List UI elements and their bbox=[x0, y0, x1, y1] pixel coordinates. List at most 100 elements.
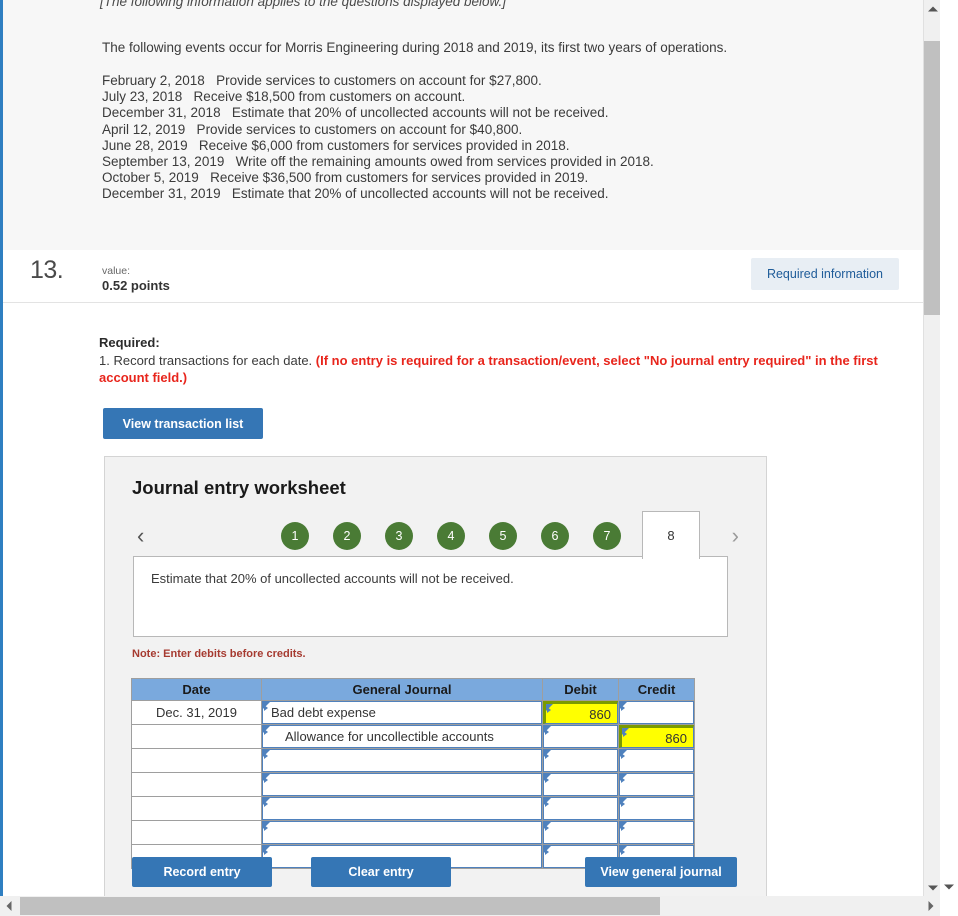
journal-entry-worksheet-panel: Journal entry worksheet ‹ 1 2 3 4 5 6 7 … bbox=[104, 456, 767, 896]
credit-input[interactable] bbox=[619, 773, 694, 796]
account-value: Bad debt expense bbox=[271, 705, 376, 720]
horizontal-scrollbar[interactable] bbox=[0, 896, 940, 916]
account-cell[interactable]: Allowance for uncollectible accounts bbox=[261, 724, 543, 749]
debit-cell[interactable] bbox=[542, 724, 619, 749]
event-item: February 2, 2018 Provide services to cus… bbox=[102, 73, 542, 88]
horizontal-scroll-thumb[interactable] bbox=[20, 897, 660, 915]
date-cell[interactable] bbox=[131, 724, 262, 749]
account-input[interactable] bbox=[262, 773, 542, 796]
account-input[interactable] bbox=[262, 797, 542, 820]
event-item: April 12, 2019 Provide services to custo… bbox=[102, 121, 523, 137]
account-cell[interactable] bbox=[261, 820, 543, 845]
previous-tab-chevron-icon[interactable]: ‹ bbox=[137, 525, 144, 547]
debit-cell[interactable]: 860 bbox=[542, 700, 619, 725]
table-row bbox=[131, 796, 695, 821]
worksheet-title: Journal entry worksheet bbox=[132, 477, 346, 498]
scroll-up-arrow-icon[interactable] bbox=[924, 0, 941, 17]
column-header-date: Date bbox=[131, 678, 262, 701]
view-transaction-list-button[interactable]: View transaction list bbox=[103, 408, 263, 439]
scroll-right-arrow-icon[interactable] bbox=[922, 896, 940, 916]
table-row bbox=[131, 772, 695, 797]
scrollbar-corner bbox=[940, 896, 958, 916]
event-item: October 5, 2019 Receive $36,500 from cus… bbox=[102, 170, 589, 186]
event-item: July 23, 2018 Receive $18,500 from custo… bbox=[102, 89, 466, 105]
credit-cell[interactable]: 860 bbox=[618, 724, 695, 749]
debit-input[interactable]: 860 bbox=[543, 701, 618, 724]
debit-input[interactable] bbox=[543, 821, 618, 844]
credit-cell[interactable] bbox=[618, 748, 695, 773]
column-header-general-journal: General Journal bbox=[261, 678, 543, 701]
worksheet-tab-6[interactable]: 6 bbox=[541, 522, 569, 550]
intro-lead-text: The following events occur for Morris En… bbox=[102, 40, 728, 55]
debit-cell[interactable] bbox=[542, 820, 619, 845]
credit-cell[interactable] bbox=[618, 772, 695, 797]
debit-cell[interactable] bbox=[542, 772, 619, 797]
required-information-button[interactable]: Required information bbox=[750, 258, 899, 290]
value-label: value: bbox=[102, 265, 131, 277]
event-item: December 31, 2018 Estimate that 20% of u… bbox=[102, 105, 609, 121]
page-root: [The following information applies to th… bbox=[0, 0, 958, 916]
credit-cell[interactable] bbox=[618, 820, 695, 845]
debit-cell[interactable] bbox=[542, 796, 619, 821]
worksheet-tab-4[interactable]: 4 bbox=[437, 522, 465, 550]
date-cell[interactable] bbox=[131, 796, 262, 821]
view-general-journal-button[interactable]: View general journal bbox=[585, 857, 737, 887]
inner-vertical-scroll-thumb[interactable] bbox=[924, 41, 941, 315]
debit-input[interactable] bbox=[543, 797, 618, 820]
outer-vertical-scrollbar[interactable] bbox=[940, 0, 958, 916]
scrollable-content-pane: [The following information applies to th… bbox=[3, 0, 940, 896]
event-list: February 2, 2018 Provide services to cus… bbox=[102, 73, 654, 203]
required-instruction: 1. Record transactions for each date. (I… bbox=[99, 352, 921, 386]
credit-input[interactable] bbox=[619, 797, 694, 820]
worksheet-tab-7[interactable]: 7 bbox=[593, 522, 621, 550]
transaction-description-text: Estimate that 20% of uncollected account… bbox=[151, 571, 514, 586]
credit-input[interactable]: 860 bbox=[619, 725, 694, 748]
account-input[interactable] bbox=[262, 749, 542, 772]
worksheet-tab-1[interactable]: 1 bbox=[281, 522, 309, 550]
outer-scroll-down-arrow-icon[interactable] bbox=[940, 878, 958, 896]
worksheet-tab-3[interactable]: 3 bbox=[385, 522, 413, 550]
date-cell[interactable] bbox=[131, 748, 262, 773]
credit-value: 860 bbox=[665, 731, 687, 746]
inner-vertical-scrollbar[interactable] bbox=[923, 0, 941, 896]
clear-entry-button[interactable]: Clear entry bbox=[311, 857, 451, 887]
date-cell[interactable] bbox=[131, 772, 262, 797]
record-entry-button[interactable]: Record entry bbox=[132, 857, 272, 887]
date-cell[interactable] bbox=[131, 820, 262, 845]
event-item: December 31, 2019 Estimate that 20% of u… bbox=[102, 186, 609, 202]
debit-input[interactable] bbox=[543, 749, 618, 772]
date-cell[interactable]: Dec. 31, 2019 bbox=[131, 700, 262, 725]
debit-cell[interactable] bbox=[542, 748, 619, 773]
credit-input[interactable] bbox=[619, 701, 694, 724]
account-cell[interactable] bbox=[261, 748, 543, 773]
column-header-credit: Credit bbox=[618, 678, 695, 701]
worksheet-tab-8-active[interactable]: 8 bbox=[642, 511, 700, 559]
question-header-row: 13. value: 0.52 points Required informat… bbox=[3, 250, 940, 303]
next-tab-chevron-icon[interactable]: › bbox=[732, 525, 739, 547]
credit-input[interactable] bbox=[619, 749, 694, 772]
credit-cell[interactable] bbox=[618, 700, 695, 725]
column-header-debit: Debit bbox=[542, 678, 619, 701]
credit-cell[interactable] bbox=[618, 796, 695, 821]
required-instruction-text: 1. Record transactions for each date. bbox=[99, 353, 316, 368]
account-input[interactable]: Allowance for uncollectible accounts bbox=[262, 725, 542, 748]
table-row: Dec. 31, 2019 Bad debt expense 860 bbox=[131, 700, 695, 725]
table-row: Allowance for uncollectible accounts 860 bbox=[131, 724, 695, 749]
journal-entry-table: Date General Journal Debit Credit Dec. 3… bbox=[131, 678, 695, 869]
account-cell[interactable] bbox=[261, 772, 543, 797]
worksheet-tab-2[interactable]: 2 bbox=[333, 522, 361, 550]
points-value: 0.52 points bbox=[102, 278, 170, 293]
account-input[interactable] bbox=[262, 821, 542, 844]
credit-input[interactable] bbox=[619, 821, 694, 844]
scroll-left-arrow-icon[interactable] bbox=[0, 896, 18, 916]
account-cell[interactable] bbox=[261, 796, 543, 821]
account-cell[interactable]: Bad debt expense bbox=[261, 700, 543, 725]
debit-input[interactable] bbox=[543, 773, 618, 796]
question-number: 13. bbox=[30, 256, 64, 284]
worksheet-tab-5[interactable]: 5 bbox=[489, 522, 517, 550]
event-item: June 28, 2019 Receive $6,000 from custom… bbox=[102, 137, 570, 153]
applies-to-questions-note: [The following information applies to th… bbox=[100, 0, 506, 9]
debit-input[interactable] bbox=[543, 725, 618, 748]
scroll-down-arrow-icon[interactable] bbox=[924, 879, 941, 896]
account-input[interactable]: Bad debt expense bbox=[262, 701, 542, 724]
